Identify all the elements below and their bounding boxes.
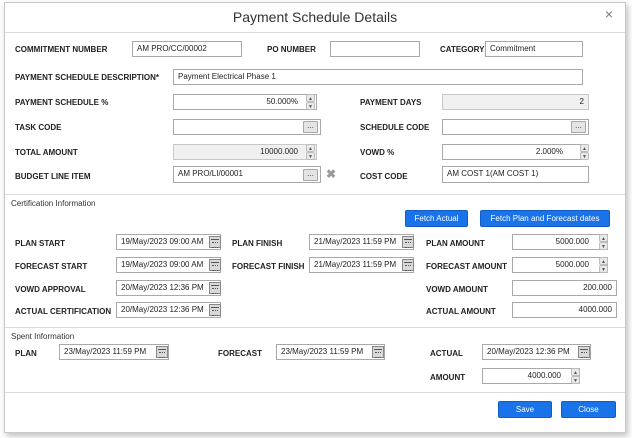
commitment-number-label: COMMITMENT NUMBER xyxy=(15,45,108,54)
calendar-icon[interactable] xyxy=(209,236,221,248)
actual-certification-label: ACTUAL CERTIFICATION xyxy=(15,307,112,316)
calendar-icon[interactable] xyxy=(209,304,221,316)
spent-amount-field[interactable]: 4000.000 xyxy=(482,368,580,384)
vowd-amount-label: VOWD AMOUNT xyxy=(426,285,488,294)
section-divider xyxy=(5,327,625,328)
spent-amount-spinner[interactable]: ▲ ▼ xyxy=(571,368,580,384)
task-code-field[interactable] xyxy=(173,119,321,135)
plan-finish-label: PLAN FINISH xyxy=(232,239,283,248)
vowd-pct-label: VOWD % xyxy=(360,148,395,157)
calendar-icon[interactable] xyxy=(372,346,384,358)
spent-forecast-field[interactable]: 23/May/2023 11:59 PM xyxy=(276,344,385,360)
close-button[interactable]: Close xyxy=(561,401,616,418)
forecast-amount-field[interactable]: 5000.000 xyxy=(512,257,608,273)
spinner-down-icon[interactable]: ▼ xyxy=(599,242,608,250)
actual-certification-field[interactable]: 20/May/2023 12:36 PM xyxy=(116,302,221,318)
vowd-approval-field[interactable]: 20/May/2023 12:36 PM xyxy=(116,280,221,296)
plan-amount-label: PLAN AMOUNT xyxy=(426,239,485,248)
plan-start-field[interactable]: 19/May/2023 09:00 AM xyxy=(116,234,221,250)
save-button[interactable]: Save xyxy=(498,401,552,418)
calendar-icon[interactable] xyxy=(156,346,168,358)
schedule-pct-spinner[interactable]: ▲ ▼ xyxy=(306,94,315,110)
spinner-down-icon[interactable]: ▼ xyxy=(571,376,580,384)
spinner-down-icon[interactable]: ▼ xyxy=(599,265,608,273)
description-field[interactable]: Payment Electrical Phase 1 xyxy=(173,69,583,85)
spent-forecast-label: FORECAST xyxy=(218,349,262,358)
payment-days-field: 2 xyxy=(442,94,589,110)
schedule-code-field[interactable] xyxy=(442,119,589,135)
spent-actual-field[interactable]: 20/May/2023 12:36 PM xyxy=(482,344,591,360)
spinner-up-icon[interactable]: ▲ xyxy=(599,257,608,265)
close-icon[interactable]: × xyxy=(605,6,613,22)
plan-finish-field[interactable]: 21/May/2023 11:59 PM xyxy=(309,234,414,250)
schedule-code-label: SCHEDULE CODE xyxy=(360,123,430,132)
spent-plan-label: PLAN xyxy=(15,349,37,358)
total-amount-spinner[interactable]: ▲ ▼ xyxy=(306,144,315,160)
forecast-finish-label: FORECAST FINISH xyxy=(232,262,305,271)
calendar-icon[interactable] xyxy=(402,236,414,248)
certification-heading: Certification Information xyxy=(11,199,96,208)
spent-heading: Spent Information xyxy=(11,332,75,341)
payment-schedule-dialog: Payment Schedule Details × COMMITMENT NU… xyxy=(4,2,626,433)
spinner-up-icon[interactable]: ▲ xyxy=(306,94,315,102)
forecast-start-label: FORECAST START xyxy=(15,262,88,271)
fetch-plan-forecast-button[interactable]: Fetch Plan and Forecast dates xyxy=(480,210,610,227)
cost-code-label: COST CODE xyxy=(360,172,408,181)
po-number-field[interactable] xyxy=(330,41,420,57)
category-label: CATEGORY xyxy=(440,45,485,54)
spinner-up-icon[interactable]: ▲ xyxy=(599,234,608,242)
vowd-pct-field[interactable]: 2.000% xyxy=(442,144,582,160)
actual-amount-label: ACTUAL AMOUNT xyxy=(426,307,496,316)
plan-amount-field[interactable]: 5000.000 xyxy=(512,234,608,250)
forecast-start-field[interactable]: 19/May/2023 09:00 AM xyxy=(116,257,221,273)
spent-plan-field[interactable]: 23/May/2023 11:59 PM xyxy=(59,344,169,360)
forecast-amount-spinner[interactable]: ▲ ▼ xyxy=(599,257,608,273)
category-field[interactable]: Commitment xyxy=(485,41,583,57)
plan-start-label: PLAN START xyxy=(15,239,66,248)
title-divider xyxy=(5,32,625,33)
schedule-pct-field[interactable]: 50.000% xyxy=(173,94,317,110)
spent-amount-label: AMOUNT xyxy=(430,373,466,382)
spinner-down-icon[interactable]: ▼ xyxy=(306,152,315,160)
schedule-code-lookup-button[interactable]: ... xyxy=(571,121,586,133)
forecast-amount-label: FORECAST AMOUNT xyxy=(426,262,508,271)
budget-line-item-field[interactable]: AM PRO/LI/00001 xyxy=(173,166,321,183)
actual-amount-field[interactable]: 4000.000 xyxy=(512,302,617,318)
spinner-up-icon[interactable]: ▲ xyxy=(580,144,589,152)
fetch-actual-button[interactable]: Fetch Actual xyxy=(405,210,468,227)
payment-days-label: PAYMENT DAYS xyxy=(360,98,422,107)
spinner-up-icon[interactable]: ▲ xyxy=(571,368,580,376)
commitment-number-field[interactable]: AM PRO/CC/00002 xyxy=(132,41,242,57)
spinner-down-icon[interactable]: ▼ xyxy=(580,152,589,160)
vowd-amount-field[interactable]: 200.000 xyxy=(512,280,617,296)
cost-code-field[interactable]: AM COST 1(AM COST 1) xyxy=(442,166,589,183)
footer-divider xyxy=(5,392,625,393)
dialog-title: Payment Schedule Details xyxy=(232,9,398,25)
vowd-pct-spinner[interactable]: ▲ ▼ xyxy=(580,144,589,160)
calendar-icon[interactable] xyxy=(209,282,221,294)
budget-line-item-lookup-button[interactable]: ... xyxy=(303,169,318,181)
section-divider xyxy=(5,194,625,195)
po-number-label: PO NUMBER xyxy=(267,45,316,54)
calendar-icon[interactable] xyxy=(209,259,221,271)
total-amount-field: 10000.000 xyxy=(173,144,317,160)
spinner-down-icon[interactable]: ▼ xyxy=(306,102,315,110)
forecast-finish-field[interactable]: 21/May/2023 11:59 PM xyxy=(309,257,414,273)
calendar-icon[interactable] xyxy=(578,346,590,358)
total-amount-label: TOTAL AMOUNT xyxy=(15,148,78,157)
spinner-up-icon[interactable]: ▲ xyxy=(306,144,315,152)
clear-icon[interactable]: ✖ xyxy=(326,167,336,181)
budget-line-item-label: BUDGET LINE ITEM xyxy=(15,172,91,181)
calendar-icon[interactable] xyxy=(402,259,414,271)
task-code-lookup-button[interactable]: ... xyxy=(303,121,318,133)
task-code-label: TASK CODE xyxy=(15,123,62,132)
description-label: PAYMENT SCHEDULE DESCRIPTION* xyxy=(15,73,160,82)
vowd-approval-label: VOWD APPROVAL xyxy=(15,285,86,294)
spent-actual-label: ACTUAL xyxy=(430,349,463,358)
plan-amount-spinner[interactable]: ▲ ▼ xyxy=(599,234,608,250)
schedule-pct-label: PAYMENT SCHEDULE % xyxy=(15,98,109,107)
